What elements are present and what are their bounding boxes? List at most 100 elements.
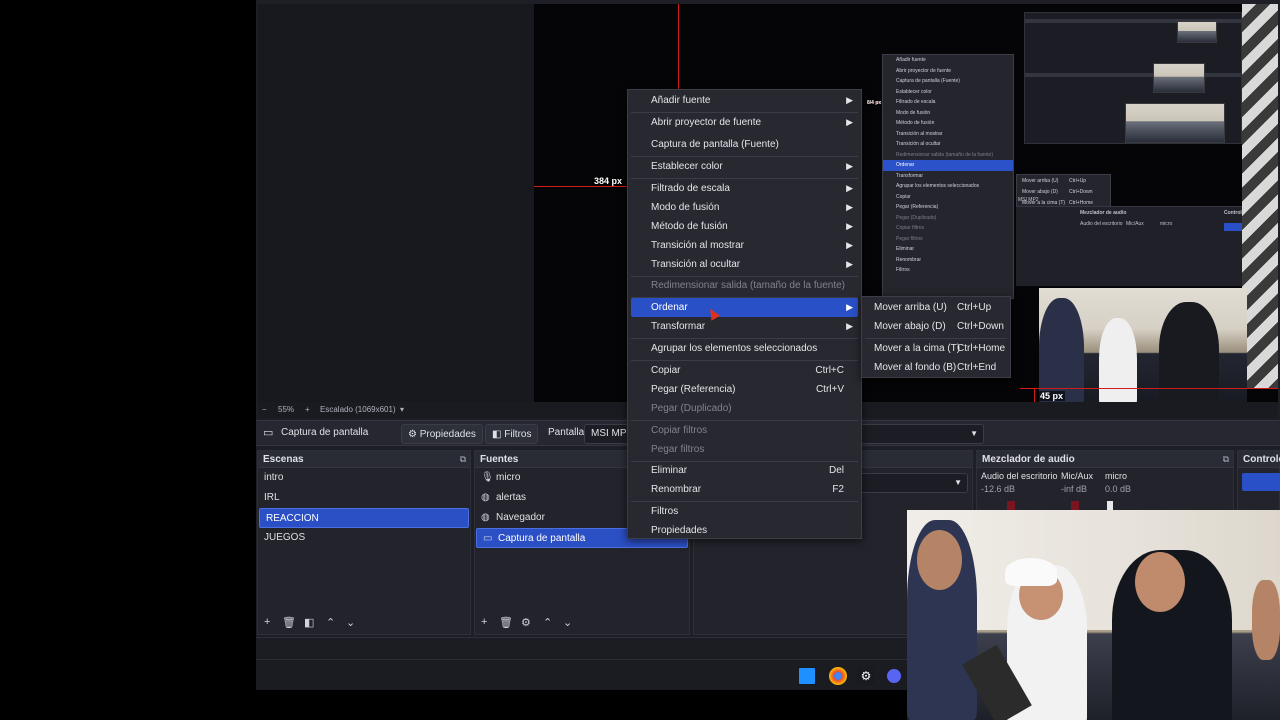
chevron-right-icon: ▶ (846, 183, 853, 193)
discord-icon[interactable] (887, 669, 901, 683)
move-up-icon[interactable]: ⌃ (543, 616, 552, 629)
gear-icon[interactable]: ⚙ (521, 616, 531, 629)
person-left-face (917, 530, 962, 590)
scenes-footer: + 🗑 ◧ ⌃ ⌄ (258, 614, 470, 634)
mini-menu-item: Pegar filtros (896, 235, 923, 242)
menu-filters[interactable]: Filtros (631, 502, 858, 521)
menu-add-source[interactable]: Añadir fuente ▶ (631, 91, 858, 110)
menu-hide-transition[interactable]: Transición al ocultar ▶ (631, 255, 858, 274)
microphone-icon: 🎙 (481, 472, 494, 483)
mini-menu-item: Filtrado de escala (896, 99, 936, 105)
mini-menu-item: Transformar (896, 172, 924, 179)
scene-item-juegos[interactable]: JUEGOS (258, 528, 470, 548)
filters-button[interactable]: ◧ Filtros (485, 424, 539, 444)
steam-icon[interactable]: ⚙ (857, 667, 875, 685)
menu-blend-mode[interactable]: Modo de fusión ▶ (631, 198, 858, 217)
mini-menu-item: Transición al ocultar (896, 141, 941, 147)
menu-delete[interactable]: Eliminar Del (631, 461, 858, 480)
menu-copy[interactable]: Copiar Ctrl+C (631, 361, 858, 380)
scaling-dropdown[interactable]: ▾ (400, 402, 404, 418)
menu-transform[interactable]: Transformar ▶ (631, 317, 858, 336)
mini-menu-item: Pegar (Referencia) (896, 204, 939, 210)
submenu-move-up[interactable]: Mover arriba (U) Ctrl+Up (865, 298, 1007, 317)
submenu-move-bottom[interactable]: Mover al fondo (B) Ctrl+End (865, 358, 1007, 377)
menu-paste-reference[interactable]: Pegar (Referencia) Ctrl+V (631, 380, 858, 399)
menu-show-transition[interactable]: Transición al mostrar ▶ (631, 236, 858, 255)
monitor-icon: ▭ (263, 427, 274, 439)
scenes-dock: Escenas ⧉ intro IRL REACCION JUEGOS + 🗑 … (257, 450, 471, 635)
menu-paste-filters: Pegar filtros (651, 444, 705, 455)
mini-menu-item: Método de fusión (896, 120, 935, 126)
zoom-in-button[interactable]: + (305, 402, 310, 418)
menu-copy-filters: Copiar filtros (651, 425, 708, 436)
white-cap (1005, 558, 1057, 586)
distance-label-small: 8/4 px (865, 100, 884, 106)
globe-icon: ◍ (481, 512, 490, 523)
menu-rename[interactable]: Renombrar F2 (631, 480, 858, 499)
menu-blend-method[interactable]: Método de fusión ▶ (631, 217, 858, 236)
scene-item-reaccion[interactable]: REACCION (259, 508, 469, 528)
chevron-right-icon: ▶ (846, 117, 853, 127)
trash-icon[interactable]: 🗑 (499, 616, 513, 629)
menu-open-projector[interactable]: Abrir proyector de fuente ▶ (631, 113, 858, 132)
sources-footer: + 🗑 ⚙ ⌃ ⌄ (475, 614, 689, 634)
zoom-level: 55% (278, 405, 295, 414)
transition-select[interactable]: ▼ (854, 473, 968, 493)
menu-set-color[interactable]: Establecer color ▶ (631, 157, 858, 176)
add-scene-icon[interactable]: + (264, 616, 270, 628)
selected-source-name: Captura de pantalla (281, 427, 369, 438)
person-right-face (1135, 552, 1185, 612)
menu-order[interactable]: Ordenar ▶ (631, 298, 858, 317)
submenu-move-top[interactable]: Mover a la cima (T) Ctrl+Home (865, 339, 1007, 358)
chevron-right-icon: ▶ (846, 259, 853, 269)
add-source-icon[interactable]: + (481, 616, 487, 628)
mini-menu-item: Ordenar (883, 160, 1013, 171)
trash-icon[interactable]: 🗑 (282, 616, 296, 629)
scene-item-irl[interactable]: IRL (258, 488, 470, 508)
mini-menu-item: Agrupar los elementos seleccionados (896, 183, 980, 189)
chevron-right-icon: ▶ (846, 161, 853, 171)
scene-item-intro[interactable]: intro (258, 468, 470, 488)
menu-properties[interactable]: Propiedades (631, 521, 858, 540)
scene-filter-icon[interactable]: ◧ (304, 616, 314, 629)
submenu-move-down[interactable]: Mover abajo (D) Ctrl+Down (865, 317, 1007, 336)
scaling-label: Escalado (1069x601) (320, 405, 396, 414)
mini-context-menu: Añadir fuente Abrir proyector de fuente Ca… (882, 54, 1014, 299)
filter-icon: ◧ (492, 429, 502, 440)
chevron-right-icon: ▶ (846, 302, 853, 312)
menu-resize-output: Redimensionar salida (tamaño de la fuent… (651, 280, 845, 291)
move-down-icon[interactable]: ⌄ (563, 616, 572, 629)
menu-screenshot-source[interactable]: Captura de pantalla (Fuente) (631, 135, 858, 154)
menu-group-selected[interactable]: Agrupar los elementos seleccionados (631, 339, 858, 358)
windows-start-icon[interactable] (799, 668, 815, 684)
nested-webcam-capture (1039, 288, 1247, 402)
mini-menu-item: Eliminar (896, 246, 915, 252)
properties-button[interactable]: ⚙ Propiedades (401, 424, 483, 444)
mini-menu-item: Abrir proyector de fuente (896, 67, 952, 74)
chrome-icon[interactable] (829, 667, 847, 685)
mini-menu-item: Pegar (Duplicado) (896, 214, 937, 221)
move-down-icon[interactable]: ⌄ (346, 616, 355, 629)
move-up-icon[interactable]: ⌃ (326, 616, 335, 629)
mini-menu-item: Transición al mostrar (896, 130, 943, 137)
mini-menu-item: Copiar (896, 193, 911, 200)
screen-label: Pantalla (548, 427, 585, 438)
start-streaming-button[interactable] (1242, 473, 1280, 491)
chevron-down-icon: ▼ (954, 478, 962, 487)
guide-tick-bottom (1034, 388, 1035, 402)
striped-border (1242, 4, 1278, 389)
mini-menu-item: Filtros (896, 267, 910, 273)
mini-menu-item: Establecer color (896, 88, 932, 95)
zoom-out-button[interactable]: − (262, 402, 267, 418)
menu-scale-filter[interactable]: Filtrado de escala ▶ (631, 179, 858, 198)
guide-line-bottom (1020, 388, 1278, 389)
undock-icon[interactable]: ⧉ (460, 451, 466, 468)
distance-label-bottom: 45 px (1038, 391, 1066, 401)
chevron-down-icon: ▼ (970, 429, 978, 438)
mixer-channel-micro: micro 0.0 dB (1105, 471, 1132, 494)
mini-screenshot (1024, 12, 1242, 144)
scenes-header: Escenas ⧉ (258, 451, 470, 468)
chevron-right-icon: ▶ (846, 321, 853, 331)
undock-icon[interactable]: ⧉ (1223, 451, 1229, 468)
mini-menu-item: Renombrar (896, 256, 922, 263)
